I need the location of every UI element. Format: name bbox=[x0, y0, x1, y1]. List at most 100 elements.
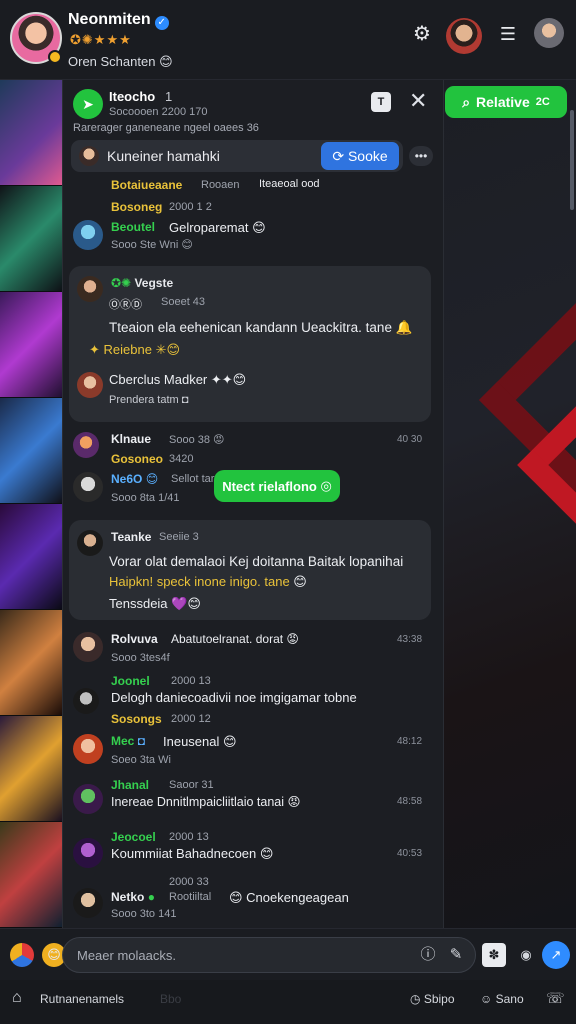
send-icon[interactable]: ↗ bbox=[542, 941, 570, 969]
menu-icon[interactable]: ☰ bbox=[496, 22, 520, 46]
message-input[interactable]: Meaer molaacks. ⓘ ✎ bbox=[62, 937, 476, 973]
strip-image bbox=[0, 186, 62, 292]
message-text-3: Tenssdeia bbox=[109, 596, 168, 611]
message-author-name: Vegste bbox=[134, 276, 174, 290]
message-sub: Sooo 3tes4f bbox=[111, 652, 170, 664]
message-sub: Sooo 3to 141 bbox=[111, 908, 177, 920]
camera-icon[interactable]: ◉ bbox=[514, 943, 538, 967]
strip-image bbox=[0, 398, 62, 504]
chat-icon[interactable]: ☏ bbox=[546, 989, 565, 1007]
panel-subtitle-2: Rarerager ganeneane ngeel oaees 36 bbox=[73, 122, 259, 134]
message-bubble[interactable]: Teanke Seeiie 3 Vorar olat demalaoi Kej … bbox=[69, 520, 431, 620]
status-dot bbox=[48, 50, 62, 64]
strip-image bbox=[0, 716, 62, 822]
message-text: Iteaeoal ood bbox=[259, 178, 320, 190]
message-text-value: Koummiiat Bahadnecoen bbox=[111, 846, 257, 861]
message-meta: Sellot tar bbox=[171, 473, 215, 485]
search-bar[interactable]: Kuneiner hamahki ⟳ Sooke bbox=[71, 140, 403, 172]
profile-status: Oren Schanten 😊 bbox=[68, 54, 173, 70]
message-sub-value: Sooo Ste Wni bbox=[111, 239, 179, 251]
message-meta: Rooaen bbox=[201, 179, 240, 191]
group-icon: ➤ bbox=[73, 89, 103, 119]
profile-avatar[interactable] bbox=[10, 12, 62, 64]
account-avatar[interactable] bbox=[534, 18, 564, 48]
message-text-value: Abatutoelranat. dorat bbox=[171, 632, 284, 646]
message-author-name: Netko bbox=[111, 890, 145, 904]
message-input-placeholder: Meaer molaacks. bbox=[77, 948, 176, 963]
message-sub: Sooo 8ta 1/41 bbox=[111, 492, 180, 504]
strip-image bbox=[0, 610, 62, 716]
message-meta-value: Sooo 38 bbox=[169, 434, 210, 446]
avatar bbox=[73, 734, 103, 764]
chat-panel: ➤ Iteocho 1 Socoooen 2200 170 Rarerager … bbox=[62, 80, 444, 928]
message-text: Vorar olat demalaoi Kej doitanna Baitak … bbox=[109, 554, 404, 569]
message-time: 43:38 bbox=[397, 634, 423, 645]
contact-avatar[interactable] bbox=[446, 18, 482, 54]
message-meta-2: 2000 33 bbox=[169, 876, 209, 888]
app-root: Neonmiten ✓ ✪✺★★★ Oren Schanten 😊 ⚙ ☰ ⌕ R… bbox=[0, 0, 576, 1024]
avatar bbox=[73, 432, 99, 458]
message-time: 48:12 bbox=[397, 736, 423, 747]
avatar bbox=[73, 784, 103, 814]
search-input[interactable]: Kuneiner hamahki bbox=[107, 148, 220, 164]
scrollbar[interactable] bbox=[570, 110, 574, 210]
message-text: Koummiiat Bahadnecoen 😊 bbox=[111, 846, 274, 861]
message-text: Ineusenal 😊 bbox=[163, 734, 237, 749]
message-text: Inereae Dnnitlmpaicliitlaio tanai 😡 bbox=[111, 795, 301, 809]
home-icon[interactable]: ⌂ bbox=[12, 989, 22, 1007]
message-author: Teanke bbox=[111, 530, 152, 544]
status-emoji: 😊 bbox=[159, 54, 173, 69]
action-pill-label: Ntect rielaflono bbox=[222, 478, 317, 494]
message-time: 40:53 bbox=[397, 848, 423, 859]
bottom-nav-item[interactable]: Bbo bbox=[160, 992, 181, 1006]
message-text-value: Tteaion ela eehenican kandann Ueackitra.… bbox=[109, 320, 392, 335]
message-meta-2: 2000 12 bbox=[171, 713, 211, 725]
app-logo-icon[interactable] bbox=[10, 943, 34, 967]
message-meta-2: 3420 bbox=[169, 453, 194, 465]
info-icon[interactable]: ⓘ bbox=[419, 946, 437, 964]
message-text: Cberclus Madker ✦✦😊 bbox=[109, 372, 247, 387]
message-meta: Soeet 43 bbox=[161, 296, 206, 308]
message-tag: ⓄⓇⒹ bbox=[109, 299, 142, 311]
search-button[interactable]: ⟳ Sooke bbox=[321, 142, 399, 170]
message-text: Gelroparemat 😊 bbox=[169, 220, 266, 235]
search-avatar bbox=[79, 146, 99, 166]
strip-image bbox=[0, 504, 62, 610]
panel-info-icon[interactable]: T bbox=[371, 92, 391, 112]
message-author-name: Ne6O bbox=[111, 472, 143, 486]
profile-name-text: Neonmiten bbox=[68, 11, 151, 28]
message-text-value: Ineusenal bbox=[163, 734, 220, 749]
message-author: Netko ● bbox=[111, 890, 155, 904]
bottom-nav-item-label: Sano bbox=[495, 992, 524, 1006]
close-icon[interactable]: ✕ bbox=[409, 90, 427, 112]
bottom-nav-item-label: Sbipo bbox=[423, 992, 455, 1006]
verified-icon: ✓ bbox=[154, 16, 169, 30]
message-text-value: Cnoekengeagean bbox=[246, 890, 349, 905]
message-author-2: Gosoneo bbox=[111, 452, 164, 466]
more-options-button[interactable]: ••• bbox=[409, 146, 433, 166]
sticker-icon[interactable]: ✽ bbox=[482, 943, 506, 967]
composer-bar: 😊 Meaer molaacks. ⓘ ✎ ✽ ◉ ↗ bbox=[0, 928, 576, 980]
message-bubble[interactable]: ✪✺ Vegste ⓄⓇⒹ Soeet 43 Tteaion ela eehen… bbox=[69, 266, 431, 422]
strip-image bbox=[0, 822, 62, 928]
message-meta: 2000 1 2 bbox=[169, 201, 212, 213]
bottom-nav-home[interactable]: Rutnanenamels bbox=[40, 992, 124, 1006]
message-text: 😊 Cnoekengeagean bbox=[229, 890, 349, 905]
relative-button[interactable]: ⌕ Relative 2C bbox=[445, 86, 567, 118]
message-author: Jeocoel bbox=[111, 830, 156, 844]
avatar bbox=[77, 530, 103, 556]
message-sub: Soeo 3ta Wi bbox=[111, 754, 171, 766]
message-link[interactable]: ✦ Reiebne ✳😊 bbox=[89, 342, 180, 358]
message-meta: Sooo 38 😡 bbox=[169, 434, 225, 446]
action-pill-button[interactable]: Ntect rielaflono ◎ bbox=[214, 470, 340, 502]
panel-title-count: 1 bbox=[165, 89, 173, 104]
bottom-nav-item[interactable]: ☺ Sano bbox=[480, 992, 524, 1006]
message-author: Jhanal bbox=[111, 778, 150, 792]
gear-icon[interactable]: ⚙ bbox=[410, 22, 434, 46]
strip-image bbox=[0, 292, 62, 398]
message-text-value: Inereae Dnnitlmpaicliitlaio tanai bbox=[111, 795, 285, 809]
bottom-nav-item[interactable]: ◷ Sbipo bbox=[410, 992, 455, 1006]
pencil-icon[interactable]: ✎ bbox=[447, 946, 465, 964]
avatar bbox=[73, 838, 103, 868]
message-link-text: Reiebne bbox=[103, 342, 152, 357]
